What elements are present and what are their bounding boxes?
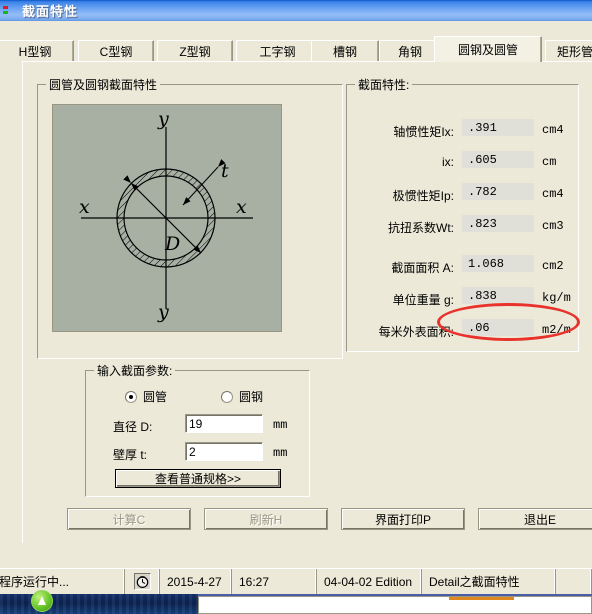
- result-unit-ix-radius: cm: [542, 155, 557, 169]
- input-parameters-group-title: 输入截面参数:: [94, 362, 176, 379]
- desktop-strip: [0, 590, 592, 614]
- diagram-label-diameter: D: [164, 233, 180, 255]
- thickness-label: 壁厚 t:: [113, 448, 148, 462]
- background-window-accent: [449, 597, 514, 600]
- title-bar[interactable]: 截面特性: [0, 0, 592, 21]
- clock-icon: [133, 573, 151, 590]
- status-spare: [556, 569, 592, 594]
- app-icon: [2, 4, 18, 18]
- diameter-input[interactable]: 19: [185, 414, 263, 433]
- radio-round-bar[interactable]: 圆钢: [221, 388, 263, 405]
- calculate-button-label: 计算C: [112, 512, 146, 527]
- status-module: Detail之截面特性: [422, 569, 556, 594]
- thickness-unit: mm: [273, 446, 288, 460]
- thickness-input[interactable]: 2: [185, 442, 263, 461]
- diagram-label-thickness: t: [221, 160, 229, 182]
- result-label-ip: 极惯性矩Ip:: [392, 189, 454, 203]
- refresh-button-label: 刷新H: [249, 512, 283, 527]
- client-area: H型钢 C型钢 Z型钢 工字钢 槽钢 角钢 圆钢及圆管 矩形管 圆管及圆钢截面特…: [0, 21, 592, 568]
- results-group-title: 截面特性:: [355, 76, 413, 93]
- exit-button-label: 退出E: [523, 512, 556, 527]
- application-window: 截面特性 H型钢 C型钢 Z型钢 工字钢 槽钢 角钢 圆钢及圆管 矩形管 圆管及…: [0, 0, 592, 614]
- tab-panel-round-bar-tube: 圆管及圆钢截面特性 y y x x D t 输入截面参数: 圆管 圆钢 直径 D…: [22, 61, 592, 543]
- result-label-ix-radius: ix:: [442, 155, 454, 169]
- tab-channel[interactable]: 槽钢: [311, 40, 379, 61]
- result-unit-ix-moment: cm4: [542, 123, 564, 137]
- result-value-unit-weight: .838: [462, 287, 534, 304]
- results-group: 截面特性: 轴惯性矩Ix: .391 cm4 ix: .605 cm 极惯性矩I…: [346, 76, 579, 352]
- result-value-area: 1.068: [462, 255, 534, 272]
- result-unit-unit-weight: kg/m: [542, 291, 571, 305]
- radio-label: 圆钢: [239, 390, 264, 404]
- tab-angle[interactable]: 角钢: [379, 40, 441, 61]
- status-running-label: 程序运行中...: [0, 575, 70, 589]
- status-clock: [125, 569, 160, 594]
- tab-label: 矩形管: [556, 44, 592, 59]
- circular-tube-cross-section-diagram: y y x x D t: [52, 104, 282, 332]
- tab-label: 圆钢及圆管: [457, 43, 518, 57]
- tab-strip: H型钢 C型钢 Z型钢 工字钢 槽钢 角钢 圆钢及圆管 矩形管: [0, 36, 592, 62]
- result-label-surface-area: 每米外表面积:: [378, 325, 454, 339]
- calculate-button[interactable]: 计算C: [67, 508, 191, 530]
- diagram-label-x-right: x: [236, 196, 247, 218]
- diameter-unit: mm: [273, 418, 288, 432]
- result-value-ip: .782: [462, 183, 534, 200]
- diagram-label-y-bottom: y: [157, 301, 169, 323]
- refresh-button[interactable]: 刷新H: [204, 508, 328, 530]
- status-bar: 程序运行中... 2015-4-27 16:27 04-04-02 Editio…: [0, 568, 592, 594]
- tab-i-beam[interactable]: 工字钢: [236, 40, 319, 61]
- result-value-surface-area: .06: [462, 319, 534, 336]
- radio-label: 圆管: [143, 390, 168, 404]
- result-label-ix-moment: 轴惯性矩Ix:: [393, 125, 454, 139]
- section-property-group: 圆管及圆钢截面特性 y y x x D t: [37, 76, 343, 359]
- diagram-label-x-left: x: [79, 196, 90, 218]
- result-value-ix-moment: .391: [462, 119, 534, 136]
- result-unit-surface-area: m2/m: [542, 323, 571, 337]
- radio-dot-icon: [221, 390, 233, 403]
- section-property-group-title: 圆管及圆钢截面特性: [46, 76, 161, 93]
- result-label-area: 截面面积 A:: [391, 261, 454, 275]
- result-unit-ip: cm4: [542, 187, 564, 201]
- print-screen-button[interactable]: 界面打印P: [341, 508, 465, 530]
- tab-label: 工字钢: [259, 44, 296, 59]
- tab-round-bar-tube[interactable]: 圆钢及圆管: [434, 36, 542, 62]
- tab-label: H型钢: [18, 44, 52, 59]
- status-edition: 04-04-02 Edition: [317, 569, 422, 594]
- diameter-label: 直径 D:: [113, 420, 153, 434]
- result-label-wt: 抗扭系数Wt:: [388, 221, 454, 235]
- window-title: 截面特性: [22, 4, 79, 19]
- input-parameters-group: 输入截面参数: 圆管 圆钢 直径 D: 19 mm 壁厚 t: 2 mm 查看普…: [85, 362, 310, 497]
- radio-round-tube[interactable]: 圆管: [125, 388, 167, 405]
- tab-label: C型钢: [99, 44, 133, 59]
- status-date: 2015-4-27: [160, 569, 232, 594]
- result-unit-area: cm2: [542, 259, 564, 273]
- tab-label: 槽钢: [332, 44, 357, 59]
- result-value-ix-radius: .605: [462, 151, 534, 168]
- print-screen-button-label: 界面打印P: [374, 512, 431, 527]
- tab-rect-tube[interactable]: 矩形管: [545, 40, 592, 61]
- radio-dot-icon: [125, 390, 137, 403]
- view-standard-specs-button[interactable]: 查看普通规格>>: [115, 469, 281, 488]
- tab-z-section[interactable]: Z型钢: [157, 40, 233, 61]
- diagram-label-y-top: y: [157, 108, 169, 130]
- result-value-wt: .823: [462, 215, 534, 232]
- result-label-unit-weight: 单位重量 g:: [392, 293, 454, 307]
- tab-h-section[interactable]: H型钢: [0, 40, 74, 61]
- result-unit-wt: cm3: [542, 219, 564, 233]
- tab-label: 角钢: [397, 44, 422, 59]
- tab-label: Z型钢: [179, 44, 211, 59]
- status-time: 16:27: [232, 569, 317, 594]
- desktop-wallpaper-texture: [0, 594, 198, 614]
- tab-c-section[interactable]: C型钢: [78, 40, 154, 61]
- exit-button[interactable]: 退出E: [478, 508, 592, 530]
- status-running: 程序运行中...: [0, 569, 125, 594]
- background-window[interactable]: [198, 596, 592, 614]
- start-orb-icon[interactable]: [31, 590, 53, 612]
